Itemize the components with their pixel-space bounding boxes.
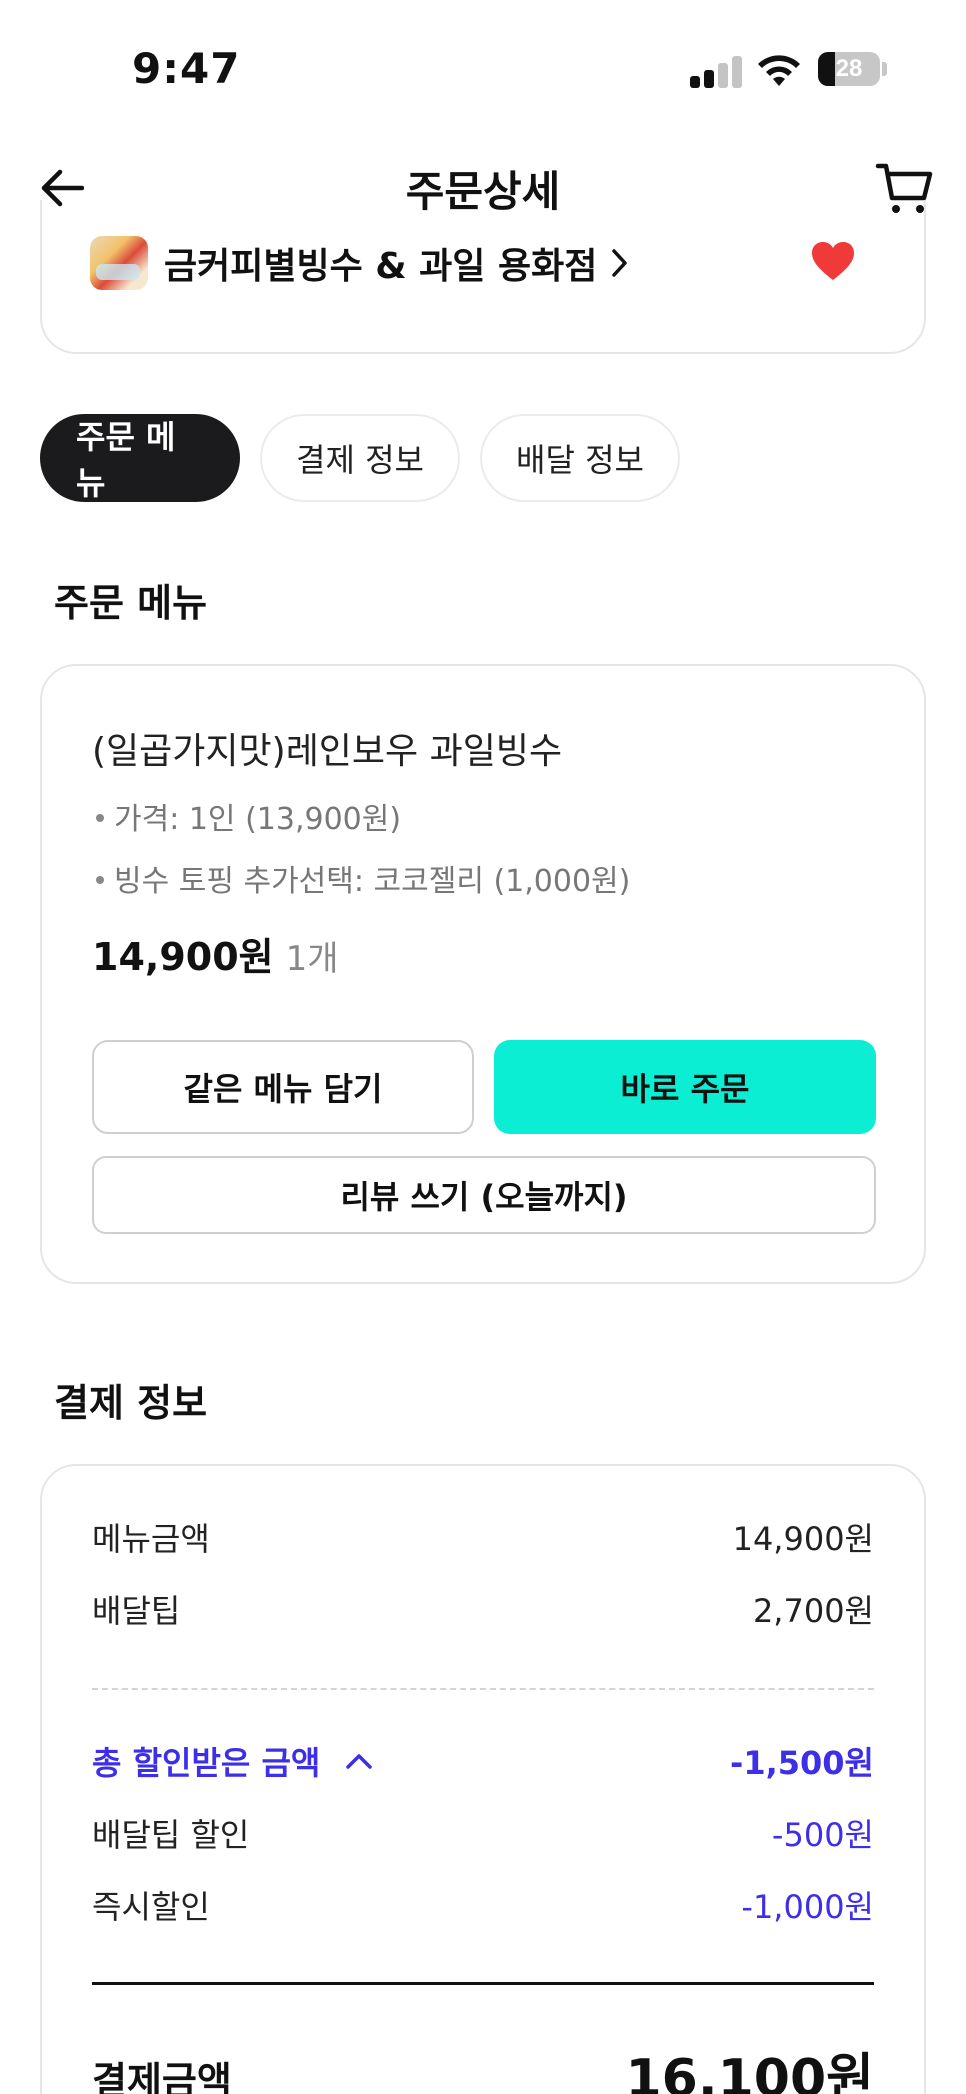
total-discount-label: 총 할인받은 금액 <box>92 1744 321 1782</box>
discount-label: 배달팁 할인 <box>92 1816 250 1854</box>
item-name: (일곱가지맛)레인보우 과일빙수 <box>92 731 563 772</box>
payment-section-title: 결제 정보 <box>54 1381 208 1425</box>
payment-amount-row: 결제금액 16,100원 <box>92 2036 874 2094</box>
total-discount-label-wrap: 총 할인받은 금액 <box>92 1738 374 1784</box>
order-item-card: (일곱가지맛)레인보우 과일빙수 가격: 1인 (13,900원) 빙수 토핑 … <box>40 664 926 1284</box>
order-section-title: 주문 메뉴 <box>54 581 208 625</box>
tab-order-menu[interactable]: 주문 메뉴 <box>40 414 240 502</box>
wifi-icon <box>758 55 800 86</box>
battery-percent: 28 <box>835 55 863 82</box>
item-price: 14,900원 <box>92 935 274 979</box>
discount-row: 배달팁 할인 -500원 <box>92 1810 874 1856</box>
chevron-right-icon <box>612 249 628 277</box>
store-card: 금커피별빙수 & 과일 용화점 <box>40 200 926 354</box>
store-thumbnail <box>90 236 148 290</box>
store-name: 금커피별빙수 & 과일 용화점 <box>164 246 598 287</box>
discount-row: 즉시할인 -1,000원 <box>92 1882 874 1928</box>
payment-amount-label: 결제금액 <box>92 2059 232 2094</box>
delivery-tip-value: 2,700원 <box>752 1592 874 1630</box>
write-review-button[interactable]: 리뷰 쓰기 (오늘까지) <box>92 1156 876 1234</box>
discount-value: -1,000원 <box>741 1888 874 1926</box>
item-option: 빙수 토핑 추가선택: 코코젤리 (1,000원) <box>96 856 630 900</box>
item-option-text: 가격: 1인 (13,900원) <box>114 802 402 837</box>
add-same-menu-button[interactable]: 같은 메뉴 담기 <box>92 1040 474 1134</box>
payment-card: 메뉴금액 14,900원 배달팁 2,700원 총 할인받은 금액 -1,500… <box>40 1464 926 2094</box>
bullet-icon <box>96 875 104 884</box>
status-time: 9:47 <box>132 44 241 93</box>
section-tabs: 주문 메뉴 결제 정보 배달 정보 <box>40 414 680 502</box>
dashed-divider <box>92 1688 874 1690</box>
total-discount-row[interactable]: 총 할인받은 금액 -1,500원 <box>92 1738 874 1784</box>
menu-amount-value: 14,900원 <box>732 1520 874 1558</box>
store-link[interactable]: 금커피별빙수 & 과일 용화점 <box>90 236 631 290</box>
item-quantity: 1개 <box>285 939 339 979</box>
delivery-tip-row: 배달팁 2,700원 <box>92 1586 874 1632</box>
bullet-icon <box>96 813 104 822</box>
discount-label: 즉시할인 <box>92 1888 210 1926</box>
menu-amount-row: 메뉴금액 14,900원 <box>92 1514 874 1560</box>
menu-amount-label: 메뉴금액 <box>92 1520 210 1558</box>
total-discount-value: -1,500원 <box>730 1744 874 1782</box>
item-price-row: 14,900원 1개 <box>92 926 339 981</box>
status-bar: 9:47 28 <box>0 0 966 130</box>
item-option-text: 빙수 토핑 추가선택: 코코젤리 (1,000원) <box>114 864 631 899</box>
battery-tip <box>882 62 887 76</box>
solid-divider <box>92 1982 874 1985</box>
discount-value: -500원 <box>771 1816 874 1854</box>
chevron-up-icon[interactable] <box>344 1752 374 1770</box>
payment-amount-value: 16,100원 <box>625 2049 874 2094</box>
battery-icon: 28 <box>818 52 880 86</box>
cellular-signal-icon <box>690 56 742 88</box>
order-now-button[interactable]: 바로 주문 <box>494 1040 876 1134</box>
tab-delivery-info[interactable]: 배달 정보 <box>480 414 680 502</box>
tab-payment-info[interactable]: 결제 정보 <box>260 414 460 502</box>
item-option: 가격: 1인 (13,900원) <box>96 794 401 838</box>
heart-icon[interactable] <box>810 240 856 282</box>
delivery-tip-label: 배달팁 <box>92 1592 181 1630</box>
